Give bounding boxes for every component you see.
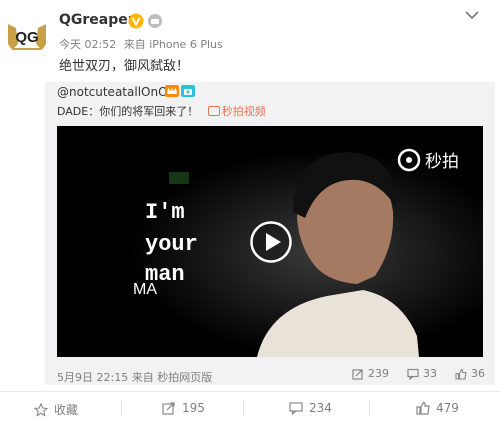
crown-badge-icon xyxy=(165,85,179,97)
comment-icon xyxy=(407,368,419,380)
repost-source: 来自 秒拍网页版 xyxy=(131,371,213,384)
repost-button[interactable]: 195 xyxy=(162,401,205,415)
like-button[interactable]: 479 xyxy=(416,401,459,415)
comment-icon xyxy=(289,402,303,415)
divider xyxy=(369,401,370,415)
repost-icon xyxy=(352,368,363,380)
post-time[interactable]: 今天 02:52 xyxy=(59,38,116,51)
comment-count: 234 xyxy=(309,401,332,415)
camera-badge-icon xyxy=(181,85,195,97)
video-link-icon xyxy=(207,106,220,116)
weibo-post: QG QGreapers 今天 02:52 来自 iPhone 6 Plus 绝… xyxy=(0,0,500,421)
like-count: 479 xyxy=(436,401,459,415)
video-link-label: 秒拍视频 xyxy=(221,105,266,118)
play-icon[interactable] xyxy=(250,221,292,263)
video-player[interactable]: 秒拍 I'm your man MA xyxy=(57,126,483,357)
repost-stats: 239 33 36 xyxy=(352,367,485,380)
repost-panel: @notcuteatallOnO DADE：你们的将军回来了！ 秒拍视频 秒拍 … xyxy=(45,82,495,385)
overlay-fragment: MA xyxy=(133,281,157,298)
repost-like-count[interactable]: 36 xyxy=(455,367,485,380)
star-icon xyxy=(34,402,48,417)
video-watermark: 秒拍 xyxy=(425,152,459,172)
like-icon xyxy=(455,368,467,380)
repost-badges xyxy=(165,85,195,97)
member-badge-icon[interactable] xyxy=(147,13,163,29)
post-meta: 今天 02:52 来自 iPhone 6 Plus xyxy=(59,36,227,52)
verified-icon xyxy=(128,13,144,29)
divider xyxy=(121,401,122,415)
repost-repost-count[interactable]: 239 xyxy=(352,367,389,380)
repost-message: DADE：你们的将军回来了！ xyxy=(57,105,199,118)
repost-icon xyxy=(162,402,175,415)
favorite-button[interactable]: 收藏 xyxy=(34,401,78,418)
favorite-label: 收藏 xyxy=(54,403,79,417)
repost-comment-count[interactable]: 33 xyxy=(407,367,437,380)
like-icon xyxy=(416,401,430,415)
repost-meta: 5月9日 22:15 来自 秒拍网页版 xyxy=(57,369,212,385)
divider xyxy=(243,401,244,415)
avatar[interactable]: QG xyxy=(4,14,50,60)
repost-username[interactable]: @notcuteatallOnO xyxy=(57,85,168,99)
repost-time[interactable]: 5月9日 22:15 xyxy=(57,371,128,384)
chevron-down-icon[interactable] xyxy=(465,10,479,20)
logo-text: QG xyxy=(15,29,38,46)
repost-count: 195 xyxy=(182,401,205,415)
overlay-line-2: your xyxy=(145,232,198,257)
overlay-line-1: I'm xyxy=(145,200,185,225)
video-link[interactable]: 秒拍视频 xyxy=(207,105,266,118)
comment-button[interactable]: 234 xyxy=(289,401,332,415)
action-bar: 收藏 195 234 479 xyxy=(0,391,500,421)
post-source: 来自 iPhone 6 Plus xyxy=(123,38,223,51)
post-content: 绝世双刃，御风弑敌！ xyxy=(59,59,190,74)
repost-text: DADE：你们的将军回来了！ 秒拍视频 xyxy=(57,103,266,119)
